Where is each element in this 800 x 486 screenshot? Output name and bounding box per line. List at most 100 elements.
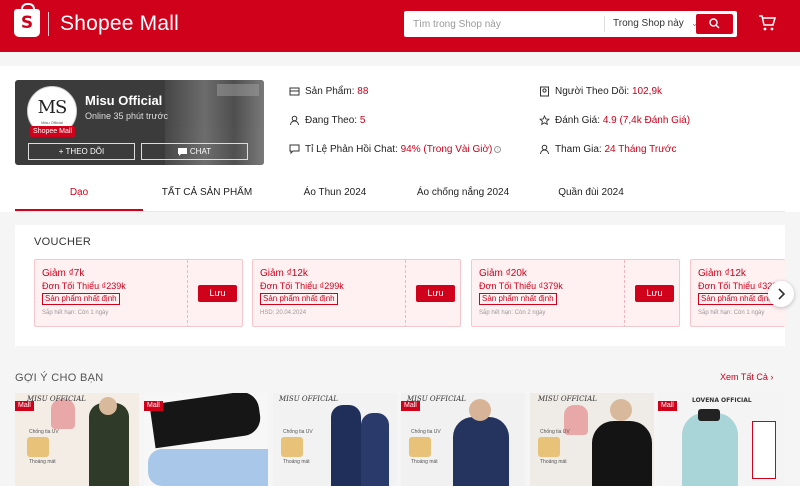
voucher-card: Giảm ₫7k Đơn Tối Thiểu ₫239k Sản phẩm nh… [34,259,243,327]
uv-icon [27,437,49,457]
model-face-image [610,399,632,421]
hoodie-model-image [592,421,652,486]
shopee-logo-icon[interactable]: S [14,3,40,37]
product-card[interactable]: MISU OFFICIAL Chống tia UV Thoáng mát Ma… [15,393,139,486]
tab-separator [15,211,785,212]
voucher-card: Giảm ₫20k Đơn Tối Thiểu ₫379k Sản phẩm n… [471,259,680,327]
dress-model-image [89,403,129,486]
product-card[interactable]: LOVENA OFFICIAL Mall [658,393,785,486]
search-icon [709,18,720,29]
avatar-monogram: MS [37,97,68,118]
recommendations-title: GỢI Ý CHO BẠN [15,372,104,384]
tab-tshirt-2024[interactable]: Áo Thun 2024 [271,186,399,200]
voucher-discount: Giảm ₫7k [42,268,85,279]
voucher-save-button[interactable]: Lưu [416,285,455,302]
uv-label: Chống tia UV [29,429,59,435]
voucher-save-button[interactable]: Lưu [198,285,237,302]
bear-figure-image [51,399,75,429]
search-button[interactable] [696,14,733,34]
jacket-model-image [331,405,361,486]
tab-sun-jacket-2024[interactable]: Áo chống nắng 2024 [399,186,527,200]
search-scope-label: Trong Shop này [613,18,684,29]
logo-divider [48,12,49,36]
jacket-back-image [361,413,389,486]
product-card[interactable]: MISU OFFICIAL Chống tia UV Thoáng mát Ma… [401,393,525,486]
see-all-link[interactable]: Xem Tất Cả › [720,372,773,382]
voucher-min-order: Đơn Tối Thiểu ₫379k [479,281,563,291]
tab-shorts-2024[interactable]: Quần đùi 2024 [527,186,655,200]
shopee-mall-logo-text[interactable]: Shopee Mall [60,12,179,36]
shop-name: Misu Official [85,93,163,108]
uv-icon [538,437,560,457]
product-card[interactable]: MISU OFFICIAL Chống tia UV Thoáng mát [273,393,397,486]
arm-sleeve-blue-image [148,449,268,486]
uv-icon [281,437,303,457]
model-face-image [469,399,491,421]
voucher-discount: Giảm ₫20k [479,268,527,279]
user-icon [290,115,299,126]
mall-badge: Mall [658,401,677,411]
cool-label: Thoáng mát [411,459,438,465]
feature-panel-image [752,421,776,479]
voucher-min-order: Đơn Tối Thiểu ₫239k [42,281,126,291]
chat-button[interactable]: CHAT [141,143,248,160]
product-card[interactable]: Mall [144,393,268,486]
active-tab-indicator [15,209,143,211]
voucher-expiry: Sắp hết hạn: Còn 1 ngày [42,310,109,316]
brand-text: LOVENA OFFICIAL [692,397,752,404]
voucher-tag: Sản phẩm nhất định [42,293,120,305]
brand-text: MISU OFFICIAL [279,395,338,403]
follow-button[interactable]: + THEO DÕI [28,143,135,160]
user-joined-icon [540,144,549,155]
shop-online-status: Online 35 phút trước [85,111,168,121]
voucher-next-button[interactable] [768,281,794,307]
voucher-divider [405,260,406,326]
voucher-expiry: Sắp hết hạn: Còn 2 ngày [479,310,546,316]
followers-icon [540,86,549,97]
store-icon [289,87,300,96]
chevron-right-icon: › [770,372,774,382]
voucher-discount: Giảm ₫12k [698,268,746,279]
chat-icon [177,148,187,156]
voucher-divider [624,260,625,326]
voucher-tag: Sản phẩm nhất định [698,293,776,305]
voucher-divider [187,260,188,326]
voucher-save-button[interactable]: Lưu [635,285,674,302]
cool-label: Thoáng mát [283,459,310,465]
voucher-tag: Sản phẩm nhất định [479,293,557,305]
uv-label: Chống tia UV [540,429,570,435]
chevron-right-icon [778,288,786,300]
brand-text: MISU OFFICIAL [27,395,86,403]
voucher-tag: Sản phẩm nhất định [260,293,338,305]
voucher-min-order: Đơn Tối Thiểu ₫299k [260,281,344,291]
search-input[interactable] [404,11,600,37]
info-icon[interactable]: i [494,146,502,153]
cool-label: Thoáng mát [29,459,56,465]
model-face-image [99,397,117,415]
product-card[interactable]: MISU OFFICIAL Chống tia UV Thoáng mát [530,393,654,486]
uv-icon [409,437,431,457]
star-icon [539,115,550,126]
cool-label: Thoáng mát [540,459,567,465]
uv-label: Chống tia UV [411,429,441,435]
brand-text: MISU OFFICIAL [538,395,597,403]
mall-badge: Mall [144,401,163,411]
avatar-caption: Misu Official [41,120,63,125]
shopee-mall-badge: Shopee Mall [30,126,75,137]
chat-bubble-icon [289,144,300,155]
cart-icon[interactable] [758,14,776,32]
voucher-section-title: VOUCHER [34,236,92,248]
hoodie-mint-image [682,413,738,486]
cardigan-model-image [453,417,509,486]
voucher-expiry: HSD: 20.04.2024 [260,310,307,316]
mall-badge: Mall [15,401,34,411]
voucher-card: Giảm ₫12k Đơn Tối Thiểu ₫299k Sản phẩm n… [252,259,461,327]
uv-label: Chống tia UV [283,429,313,435]
tab-all-products[interactable]: TẤT CẢ SẢN PHẨM [143,186,271,200]
chat-button-label: CHAT [189,147,212,156]
voucher-expiry: Sắp hết hạn: Còn 1 ngày [698,310,765,316]
shop-search-box: Trong Shop này ⌄ [404,11,737,37]
mall-badge: Mall [401,401,420,411]
tab-dao[interactable]: Dạo [15,186,143,200]
search-scope-dropdown[interactable]: Trong Shop này ⌄ [604,16,700,32]
